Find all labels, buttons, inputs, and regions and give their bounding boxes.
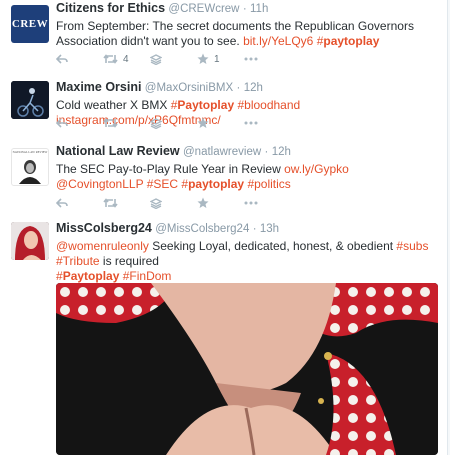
tweet-actions (56, 196, 291, 210)
stack-button[interactable] (150, 197, 197, 209)
author-handle[interactable]: @MaxOrsiniBMX (145, 82, 233, 94)
favorite-count: 1 (214, 53, 220, 65)
avatar[interactable]: NATIONAL LAW REVIEW (11, 148, 49, 186)
tweet-text: The SEC Pay-to-Play Rule Year in Review … (56, 162, 439, 192)
more-icon (244, 201, 258, 205)
more-icon (244, 57, 258, 61)
author-name[interactable]: National Law Review (56, 144, 180, 158)
hashtag-paytoplay[interactable]: #Paytoplay (56, 269, 119, 283)
tweet-body: Seeking Loyal, dedicated, honest, & obed… (152, 239, 394, 253)
avatar[interactable] (11, 222, 49, 260)
dot-separator: · (264, 146, 269, 158)
stack-icon (150, 197, 162, 209)
reply-icon (56, 118, 68, 128)
profile-photo-image (11, 222, 49, 260)
timestamp[interactable]: 12h (244, 82, 263, 94)
dot-separator: · (242, 3, 247, 15)
hash-symbol: # (56, 269, 63, 283)
favorite-button[interactable]: 1 (197, 53, 244, 65)
mention-covington[interactable]: @CovingtonLLP (56, 177, 143, 191)
hashtag-word: paytoplay (188, 177, 245, 191)
retweet-icon (103, 198, 118, 208)
timestamp[interactable]: 12h (272, 146, 291, 158)
favorite-button[interactable] (197, 117, 244, 129)
tweet-item[interactable]: CREW Citizens for Ethics @CREWcrew · 11h… (0, 0, 447, 73)
timestamp[interactable]: 13h (260, 223, 279, 235)
hashtag-bloodhand[interactable]: #bloodhand (237, 98, 300, 112)
tweet-header: National Law Review @natlawreview · 12h (56, 144, 439, 160)
star-icon (197, 117, 209, 128)
tweet-body-continued: is required (102, 254, 159, 268)
star-icon (197, 197, 209, 208)
tweet-text: From September: The secret documents the… (56, 19, 439, 49)
stack-icon (150, 53, 162, 65)
favorite-button[interactable] (197, 197, 244, 209)
avatar-logo-text: CREW (11, 18, 49, 30)
media-photo-image (56, 283, 438, 455)
hashtag-paytoplay[interactable]: #Paytoplay (171, 98, 234, 112)
author-handle[interactable]: @CREWcrew (168, 3, 239, 15)
hashtag-paytoplay[interactable]: #paytoplay (181, 177, 244, 191)
tweet-actions: 4 1 (56, 52, 291, 66)
tweet-link[interactable]: ow.ly/Gypko (284, 162, 349, 176)
more-icon (244, 121, 258, 125)
author-name[interactable]: MissColsberg24 (56, 221, 152, 235)
avatar[interactable]: CREW (11, 5, 49, 43)
retweet-button[interactable] (103, 118, 150, 128)
hashtag-sec[interactable]: #SEC (147, 177, 178, 191)
hashtag-paytoplay[interactable]: #paytoplay (317, 34, 380, 48)
reply-button[interactable] (56, 198, 103, 208)
tweet-text: @womenruleonly Seeking Loyal, dedicated,… (56, 239, 439, 284)
hashtag-word: Paytoplay (62, 269, 120, 283)
tweet-body: The SEC Pay-to-Play Rule Year in Review (56, 162, 281, 176)
bmx-photo-image (11, 81, 49, 119)
reply-button[interactable] (56, 118, 103, 128)
more-button[interactable] (244, 57, 291, 61)
timeline-stream: CREW Citizens for Ethics @CREWcrew · 11h… (0, 0, 448, 455)
more-button[interactable] (244, 201, 291, 205)
hashtag-findom[interactable]: #FinDom (123, 269, 172, 283)
hashtag-subs[interactable]: #subs (396, 239, 428, 253)
dot-separator: · (236, 82, 241, 94)
tweet-header: MissColsberg24 @MissColsberg24 · 13h (56, 221, 439, 237)
more-button[interactable] (244, 121, 291, 125)
reply-icon (56, 54, 68, 64)
hashtag-tribute[interactable]: #Tribute (56, 254, 100, 268)
hashtag-word: Paytoplay (177, 98, 235, 112)
author-name[interactable]: Citizens for Ethics (56, 1, 165, 15)
hashtag-word: paytoplay (323, 34, 380, 48)
tweet-header: Maxime Orsini @MaxOrsiniBMX · 12h (56, 80, 439, 96)
hashtag-politics[interactable]: #politics (247, 177, 290, 191)
retweet-button[interactable] (103, 198, 150, 208)
tweet-actions (56, 116, 291, 130)
star-icon (197, 53, 209, 64)
avatar[interactable] (11, 81, 49, 119)
reply-button[interactable] (56, 54, 103, 64)
tweet-media-photo[interactable] (56, 283, 438, 455)
portrait-engraving-image (19, 160, 41, 184)
tweet-link[interactable]: bit.ly/YeLQy6 (243, 34, 313, 48)
retweet-button[interactable]: 4 (103, 54, 150, 65)
tweet-item[interactable]: NATIONAL LAW REVIEW National Law Review … (0, 139, 447, 215)
tweet-header: Citizens for Ethics @CREWcrew · 11h (56, 1, 439, 17)
tweet-item[interactable]: Maxime Orsini @MaxOrsiniBMX · 12h Cold w… (0, 72, 447, 140)
mention-womenruleonly[interactable]: @womenruleonly (56, 239, 149, 253)
retweet-count: 4 (123, 53, 129, 65)
reply-icon (56, 198, 68, 208)
author-name[interactable]: Maxime Orsini (56, 80, 141, 94)
dot-separator: · (252, 223, 257, 235)
author-handle[interactable]: @natlawreview (183, 146, 261, 158)
stack-button[interactable] (150, 53, 197, 65)
timestamp[interactable]: 11h (250, 3, 268, 15)
retweet-icon (103, 54, 118, 64)
author-handle[interactable]: @MissColsberg24 (155, 223, 249, 235)
tweet-body: Cold weather X BMX (56, 98, 168, 112)
stack-button[interactable] (150, 117, 197, 129)
retweet-icon (103, 118, 118, 128)
stack-icon (150, 117, 162, 129)
